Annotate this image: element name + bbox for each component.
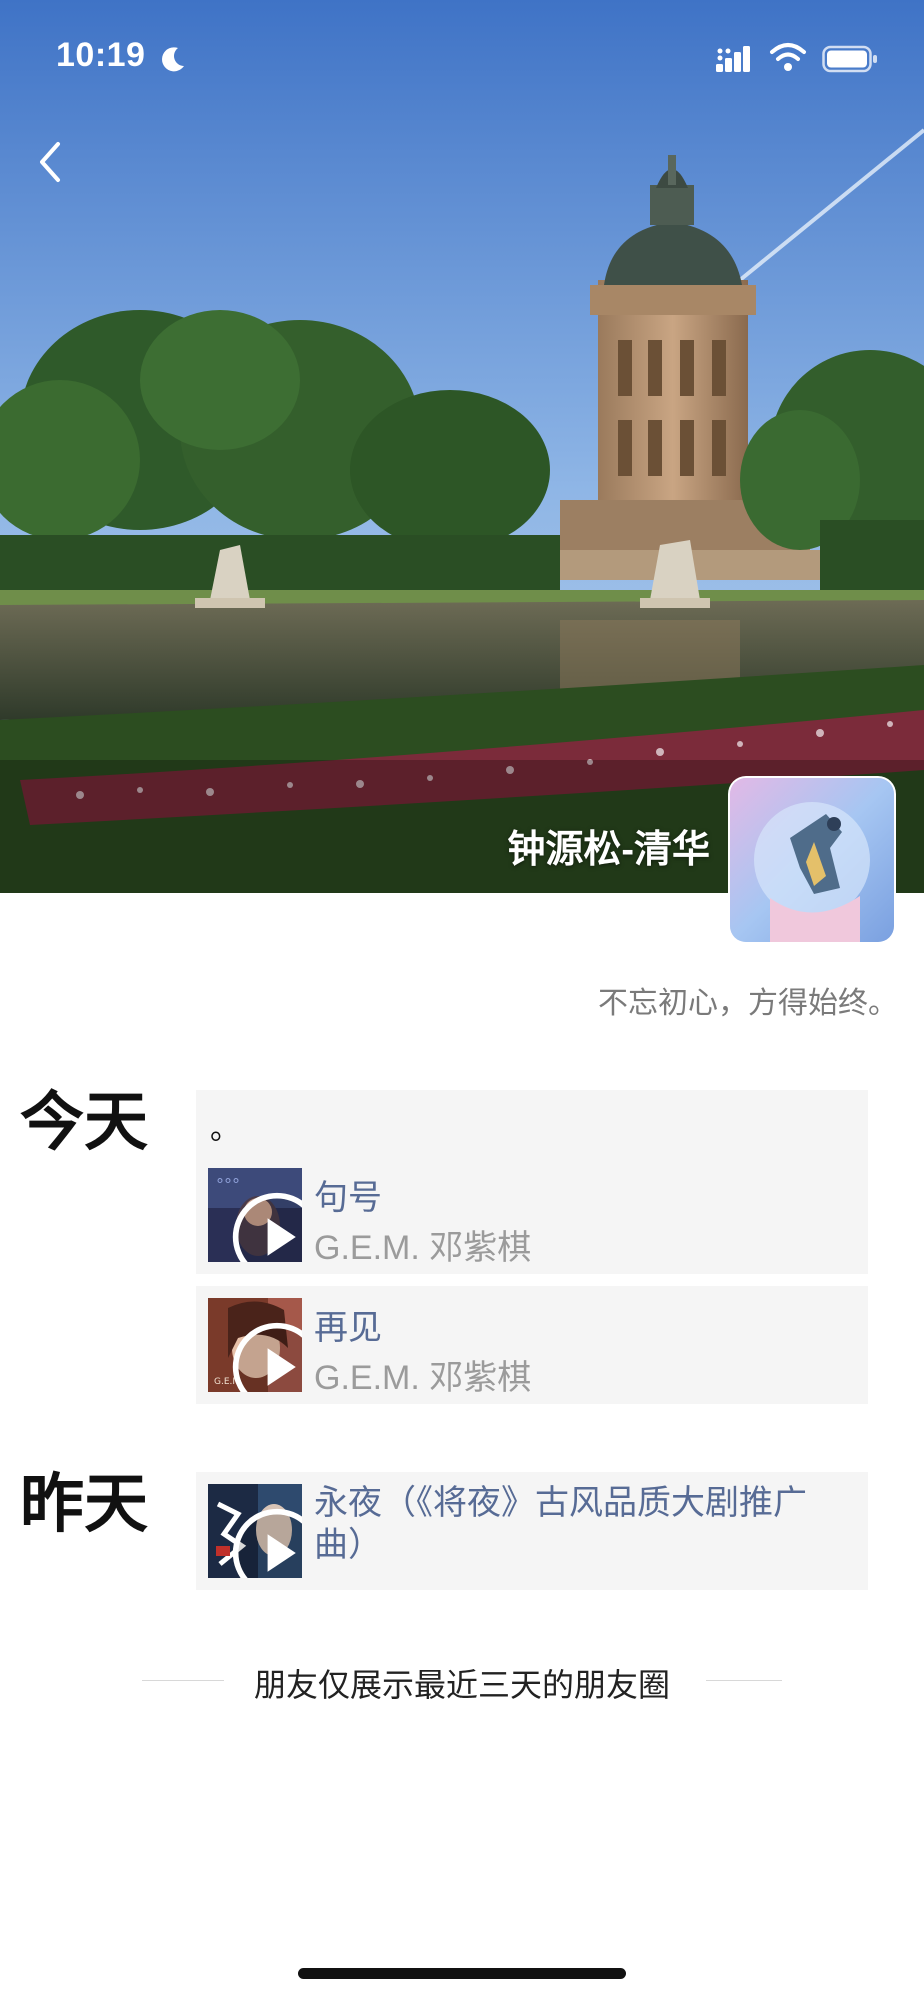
moment-post[interactable]: 永夜（《将夜》古风品质大剧推广曲） [196,1472,868,1590]
music-card[interactable]: °°° 句号 G.E.M. 邓紫棋 [208,1168,858,1267]
battery-icon [822,45,877,73]
wifi-icon [770,43,806,71]
cover-photo[interactable]: 10:19 钟源松-清华 [0,0,924,893]
music-card[interactable]: 永夜（《将夜》古风品质大剧推广曲） [208,1484,858,1578]
play-icon[interactable] [230,1190,302,1262]
moment-post[interactable]: 。 °°° 句号 G.E.M. 邓紫棋 [196,1090,868,1274]
song-title: 再见 [314,1309,382,1347]
footer-divider-right [706,1680,782,1681]
signal-icon [716,46,750,72]
song-artist: G.E.M. 邓紫棋 [314,1359,532,1397]
play-icon[interactable] [230,1320,302,1392]
moment-post[interactable]: G.E.M. 再见 G.E.M. 邓紫棋 [196,1286,868,1404]
profile-signature: 不忘初心，方得始终。 [598,987,898,1020]
song-title: 永夜（《将夜》古风品质大剧推广曲） [314,1484,807,1564]
back-arrow-icon[interactable] [34,138,66,186]
profile-nickname: 钟源松-清华 [507,829,710,871]
avatar-image [730,778,894,942]
song-title: 句号 [314,1179,382,1217]
song-artist: G.E.M. 邓紫棋 [314,1229,532,1267]
album-cover: G.E.M. [208,1298,302,1392]
avatar[interactable] [730,778,894,942]
cover-image [0,0,924,893]
status-bar: 10:19 [0,0,924,120]
footer-notice: 朋友仅展示最近三天的朋友圈 [253,1667,670,1703]
status-time: 10:19 [56,36,146,74]
home-indicator[interactable] [298,1968,626,1979]
post-text: 。 [210,1113,240,1146]
day-label-today: 今天 [20,1086,148,1158]
music-card[interactable]: G.E.M. 再见 G.E.M. 邓紫棋 [208,1298,858,1397]
day-label-yesterday: 昨天 [20,1468,148,1540]
play-icon[interactable] [230,1506,302,1578]
album-cover [208,1484,302,1578]
album-cover: °°° [208,1168,302,1262]
moon-icon [162,47,184,72]
